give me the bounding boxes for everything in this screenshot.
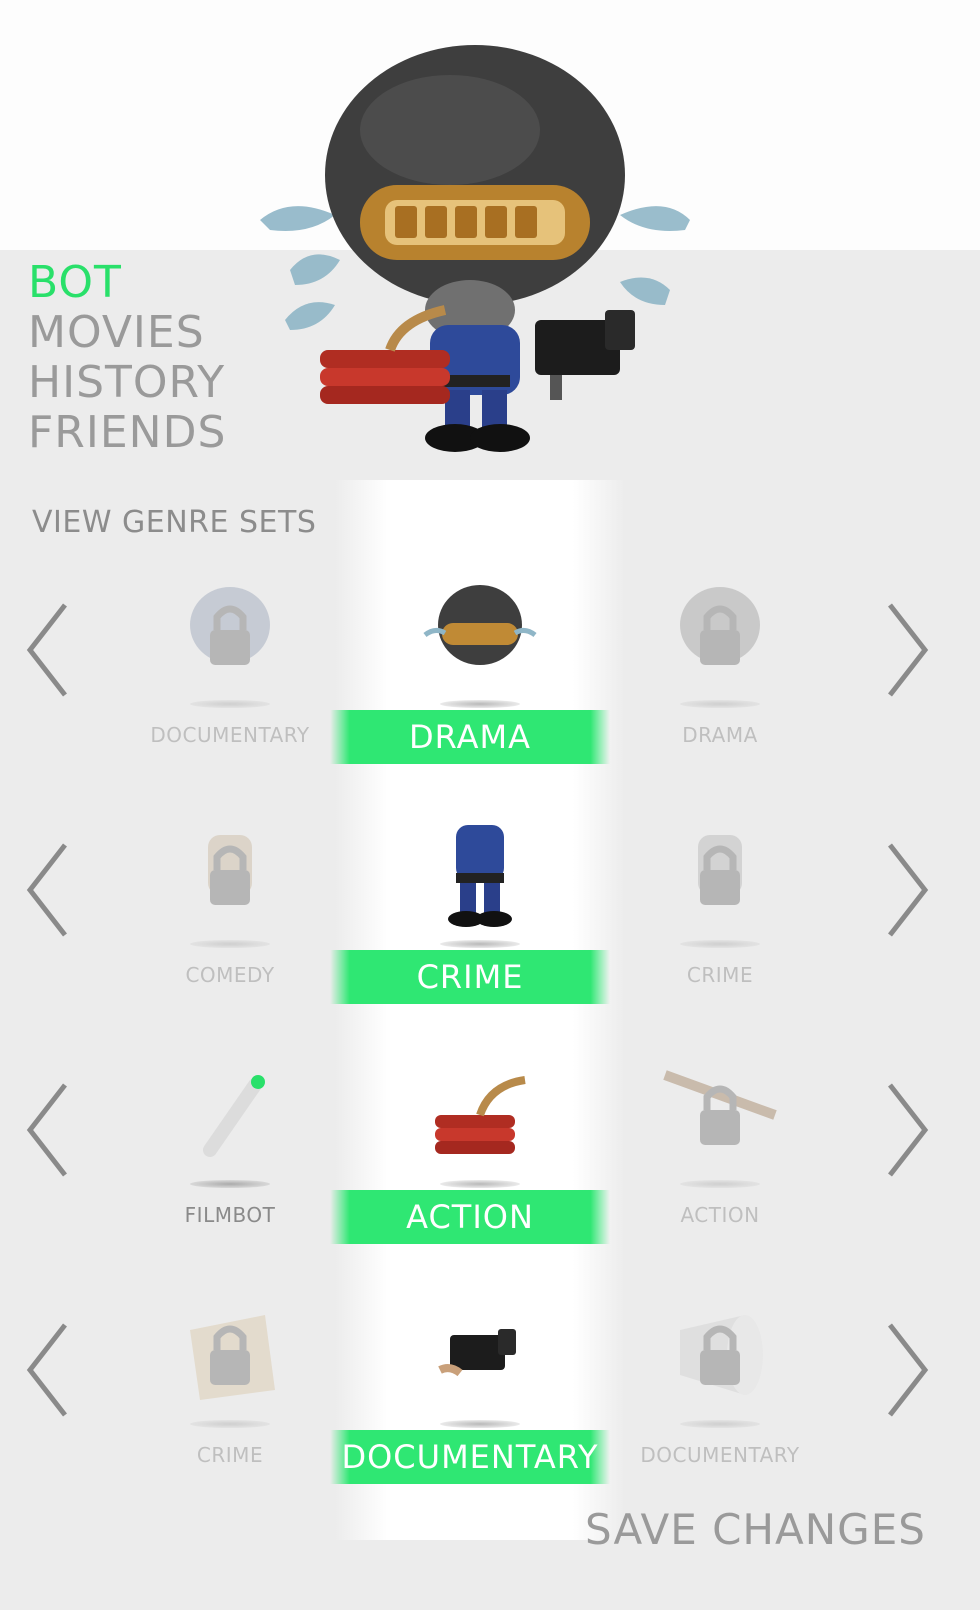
genre-option-left[interactable]: CRIME <box>130 1295 330 1515</box>
shadow <box>680 940 760 948</box>
genre-label: CRIME <box>196 1443 264 1467</box>
nav-item-movies[interactable]: MOVIES <box>28 308 226 358</box>
genre-row-4: CRIME DOCUMENTARY DOCUMENTARY <box>0 1295 980 1515</box>
genre-label: COMEDY <box>185 963 275 987</box>
selected-genre-bar: CRIME <box>330 950 610 1004</box>
shadow <box>190 940 270 948</box>
nav-item-history[interactable]: HISTORY <box>28 358 226 408</box>
prev-arrow-button[interactable] <box>20 835 80 945</box>
genre-label: ACTION <box>680 1203 760 1227</box>
shadow <box>190 1420 270 1428</box>
genre-label: DOCUMENTARY <box>640 1443 800 1467</box>
genre-option-right[interactable]: ACTION <box>620 1055 820 1275</box>
laser-pointer-icon <box>203 1075 265 1157</box>
genre-option-left[interactable]: COMEDY <box>130 815 330 1035</box>
prev-arrow-button[interactable] <box>20 595 80 705</box>
genre-option-left[interactable]: DOCUMENTARY <box>130 575 330 795</box>
shadow <box>680 700 760 708</box>
shadow <box>680 1420 760 1428</box>
shadow <box>440 1180 520 1188</box>
shadow <box>440 1420 520 1428</box>
selected-genre-bar: DOCUMENTARY <box>330 1430 610 1484</box>
genre-label: FILMBOT <box>184 1203 276 1227</box>
dynamite-icon <box>435 1076 526 1154</box>
nav-item-friends[interactable]: FRIENDS <box>28 408 226 458</box>
section-title: VIEW GENRE SETS <box>32 505 317 540</box>
selected-genre-label: DOCUMENTARY <box>341 1438 599 1476</box>
locked-bag-icon <box>190 1315 275 1400</box>
genre-row-3: FILMBOT ACTION ACTION <box>0 1055 980 1275</box>
prev-arrow-button[interactable] <box>20 1315 80 1425</box>
locked-megaphone-icon <box>680 1315 763 1395</box>
prev-arrow-button[interactable] <box>20 1075 80 1185</box>
bot-avatar-preview <box>250 20 710 470</box>
genre-option-right[interactable]: CRIME <box>620 815 820 1035</box>
next-arrow-button[interactable] <box>875 835 935 945</box>
next-arrow-button[interactable] <box>875 1315 935 1425</box>
shadow <box>190 1180 270 1188</box>
locked-helmet-icon <box>680 587 760 665</box>
save-changes-button[interactable]: SAVE CHANGES <box>585 1505 926 1554</box>
selected-genre-bar: ACTION <box>330 1190 610 1244</box>
genre-label: DRAMA <box>682 723 758 747</box>
genre-option-right[interactable]: DOCUMENTARY <box>620 1295 820 1515</box>
next-arrow-button[interactable] <box>875 1075 935 1185</box>
genre-row-2: COMEDY CRIME CRIME <box>0 815 980 1035</box>
shadow <box>440 940 520 948</box>
next-arrow-button[interactable] <box>875 595 935 705</box>
genre-option-right[interactable]: DRAMA <box>620 575 820 795</box>
selected-genre-label: CRIME <box>416 958 524 996</box>
locked-tommy-gun-icon <box>663 1070 777 1145</box>
police-body-icon <box>448 825 512 927</box>
locked-body-icon <box>208 835 252 905</box>
video-camera-icon <box>438 1329 516 1377</box>
genre-label: CRIME <box>686 963 754 987</box>
locked-body-icon <box>698 835 742 905</box>
video-camera-icon <box>535 310 635 400</box>
shadow <box>190 700 270 708</box>
locked-helmet-icon <box>190 587 270 665</box>
genre-option-left[interactable]: FILMBOT <box>130 1055 330 1275</box>
selected-genre-bar: DRAMA <box>330 710 610 764</box>
main-nav: BOT MOVIES HISTORY FRIENDS <box>28 258 226 458</box>
crying-helmet-icon <box>423 585 537 665</box>
genre-label: DOCUMENTARY <box>150 723 310 747</box>
nav-item-bot[interactable]: BOT <box>28 258 226 308</box>
shadow <box>440 700 520 708</box>
genre-row-1: DOCUMENTARY DRAMA DRAMA <box>0 575 980 795</box>
selected-genre-label: DRAMA <box>409 718 531 756</box>
shadow <box>680 1180 760 1188</box>
selected-genre-label: ACTION <box>406 1198 534 1236</box>
